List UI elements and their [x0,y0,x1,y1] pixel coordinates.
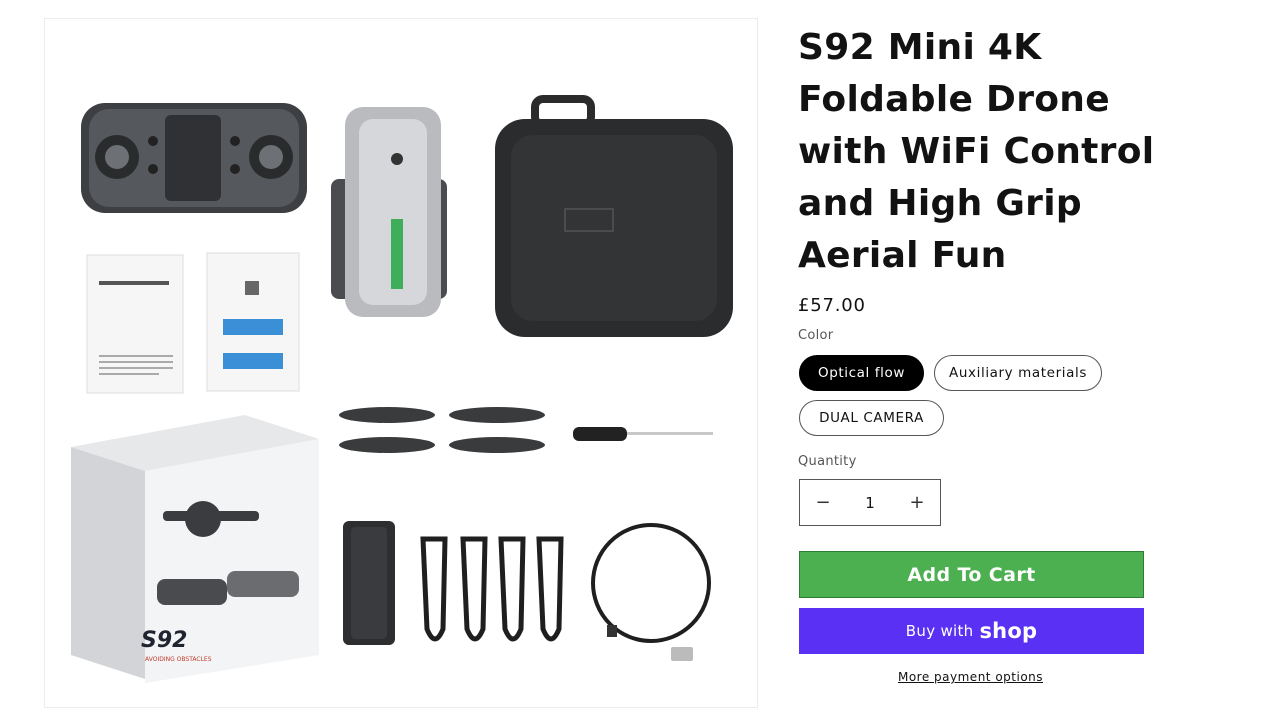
folded-drone-image [331,107,447,317]
box-model-text: S92 [141,628,187,653]
product-title: S92 Mini 4K Foldable Drone with WiFi Con… [798,27,1155,276]
battery-image [343,521,395,645]
carry-case-image [495,95,733,337]
quantity-input[interactable]: 1 [846,494,894,512]
minus-icon[interactable]: − [800,480,846,525]
color-label: Color [798,328,834,343]
usb-cable-image [591,523,711,661]
product-image[interactable]: S92 AVOIDING OBSTACLES [44,18,758,708]
product-photo: S92 AVOIDING OBSTACLES [71,95,733,683]
quantity-label: Quantity [798,454,857,469]
shop-pay-logo: shop [979,619,1038,643]
remote-controller-image [81,103,307,213]
color-option-optical-flow[interactable]: Optical flow [799,355,924,391]
add-to-cart-button[interactable]: Add To Cart [799,551,1144,598]
plus-icon[interactable]: + [894,480,940,525]
retail-box-image: S92 AVOIDING OBSTACLES [71,415,319,683]
propellers-image [339,407,545,453]
product-price: £57.00 [798,295,866,316]
box-subtitle-text: AVOIDING OBSTACLES [145,656,212,663]
quantity-stepper: − 1 + [799,479,941,526]
propeller-guards-image [420,536,564,642]
buy-with-shop-button[interactable]: Buy with shop [799,608,1144,654]
color-option-dual-camera[interactable]: DUAL CAMERA [799,400,944,436]
buy-with-label: Buy with [905,622,974,640]
more-payment-options-link[interactable]: More payment options [798,670,1143,684]
color-option-auxiliary-materials[interactable]: Auxiliary materials [934,355,1102,391]
product-info: S92 Mini 4K Foldable Drone with WiFi Con… [798,22,1158,684]
manual-image [86,252,300,394]
screwdriver-image [573,427,713,441]
